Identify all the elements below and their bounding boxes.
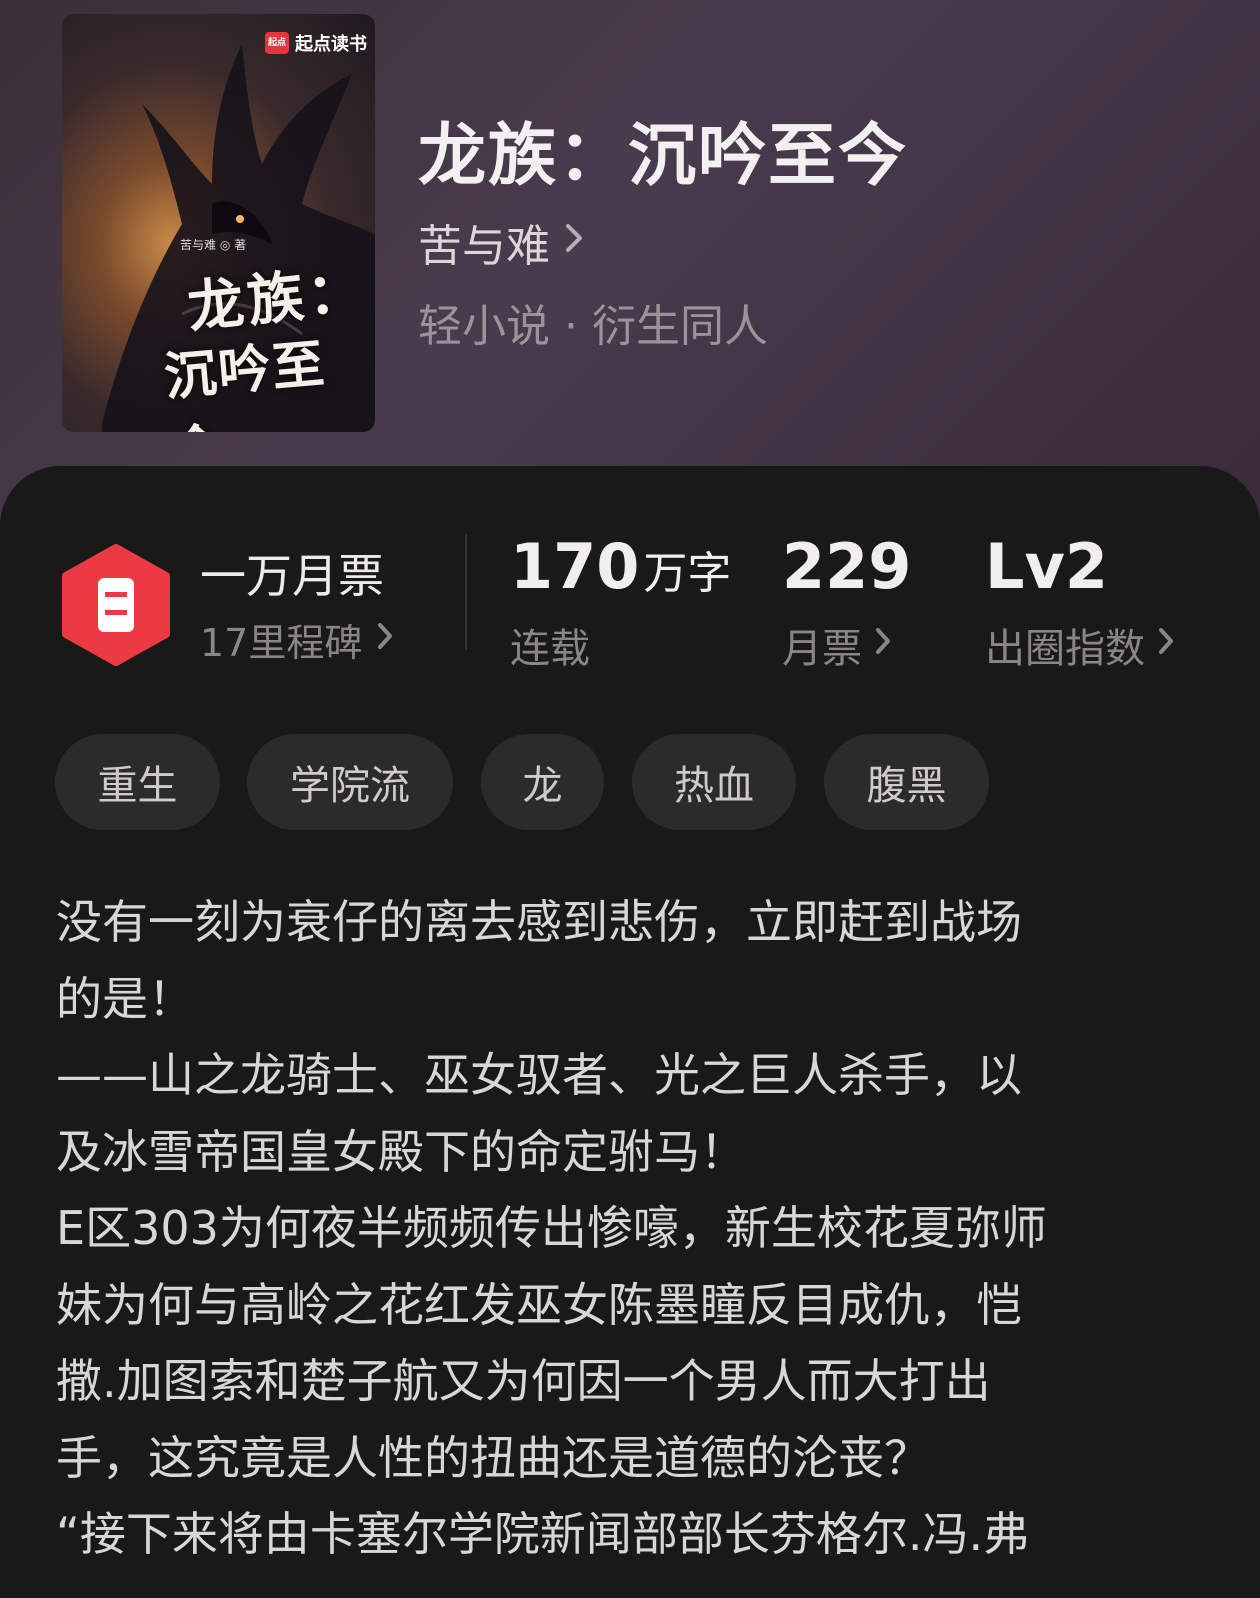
brand-name: 起点读书 xyxy=(295,34,367,55)
chevron-right-icon xyxy=(1157,626,1175,664)
synopsis-line: E区303为何夜半频频传出惨嚎，新生校花夏弥师 xyxy=(56,1201,1047,1255)
popularity-index-label: 出圈指数 xyxy=(985,626,1145,672)
popularity-index-link[interactable]: 出圈指数 xyxy=(985,616,1175,674)
synopsis-line: 撒.加图索和楚子航又为何因一个男人而大打出 xyxy=(56,1354,991,1408)
brand-mark-icon: 起点 xyxy=(265,32,289,54)
synopsis[interactable]: 没有一刻为衰仔的离去感到悲伤，立即赶到战场 的是！ ——山之龙骑士、巫女驭者、光… xyxy=(56,884,1206,1573)
monthly-tickets-value: 229 xyxy=(782,530,912,603)
cover-title-line2: 沉吟至今 xyxy=(161,333,329,432)
chevron-right-icon xyxy=(874,626,892,664)
brand-logo: 起点 起点读书 xyxy=(265,30,367,56)
monthly-tickets-label: 月票 xyxy=(782,626,862,672)
word-count-unit: 万字 xyxy=(643,548,732,599)
cover-author: 苦与难 ◎ 著 xyxy=(180,238,247,252)
tag-chip[interactable]: 重生 xyxy=(55,734,220,830)
tag-chip[interactable]: 学院流 xyxy=(247,734,453,830)
tag-chip[interactable]: 热血 xyxy=(632,734,796,830)
synopsis-line: 手，这究竟是人性的扭曲还是道德的沦丧？ xyxy=(56,1430,930,1485)
tag-chip[interactable]: 龙 xyxy=(481,734,604,830)
author-name: 苦与难 xyxy=(418,221,550,272)
tag-chip[interactable]: 腹黑 xyxy=(824,734,989,830)
milestone-title: 一万月票 xyxy=(200,549,384,603)
serial-status-label: 连载 xyxy=(510,626,590,672)
stats-divider xyxy=(465,534,467,650)
synopsis-line: 及冰雪帝国皇女殿下的命定驸马！ xyxy=(56,1124,746,1179)
word-count-value: 170 xyxy=(510,530,640,603)
book-title: 龙族：沉吟至今 xyxy=(418,116,909,196)
author-link[interactable]: 苦与难 xyxy=(418,210,584,274)
synopsis-line: 没有一刻为衰仔的离去感到悲伤，立即赶到战场 xyxy=(56,895,1022,949)
popularity-level-value: Lv2 xyxy=(985,530,1109,603)
monthly-tickets-link[interactable]: 月票 xyxy=(782,616,892,674)
synopsis-line: 的是！ xyxy=(56,971,194,1026)
book-cover[interactable]: 起点 起点读书 苦与难 ◎ 著 龙族： 沉吟至今 xyxy=(62,14,375,432)
genre-label: 轻小说 · 衍生同人 xyxy=(418,301,768,352)
chevron-right-icon xyxy=(376,620,394,660)
synopsis-line: ——山之龙骑士、巫女驭者、光之巨人杀手，以 xyxy=(56,1048,1022,1102)
milestone-sub: 17里程碑 xyxy=(200,621,363,665)
serial-status: 连载 xyxy=(510,616,590,674)
synopsis-line: “接下来将由卡塞尔学院新闻部部长芬格尔.冯.弗 xyxy=(56,1507,1030,1561)
chevron-right-icon xyxy=(564,222,584,263)
ticket-badge-icon xyxy=(62,544,170,666)
synopsis-line: 妹为何与高岭之花红发巫女陈墨瞳反目成仇，恺 xyxy=(56,1277,1022,1332)
milestone-link[interactable]: 17里程碑 xyxy=(200,612,394,667)
word-count: 170万字 xyxy=(510,530,731,603)
